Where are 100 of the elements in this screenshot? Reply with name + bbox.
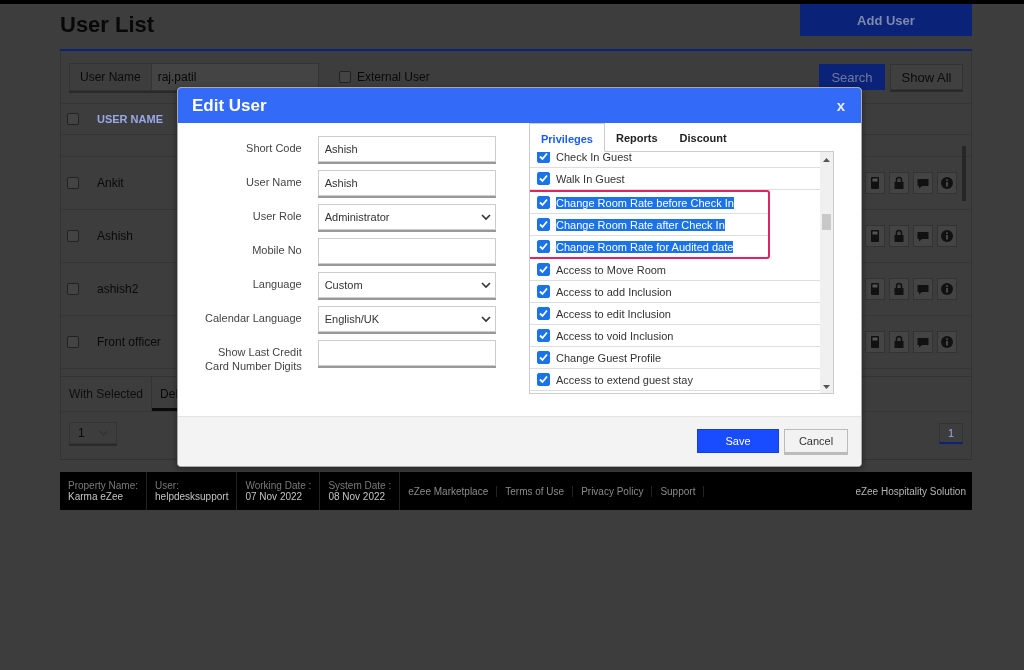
footer-link[interactable]: Privacy Policy: [573, 485, 653, 497]
chat-icon: [916, 229, 930, 243]
close-button[interactable]: x: [836, 97, 845, 114]
check-icon: [539, 375, 548, 384]
action-button[interactable]: [889, 225, 909, 247]
add-user-button[interactable]: Add User: [800, 4, 972, 36]
action-button[interactable]: [865, 172, 885, 194]
scrollbar[interactable]: [820, 152, 833, 393]
save-button[interactable]: Save: [697, 429, 779, 453]
checkbox[interactable]: [67, 113, 79, 125]
action-button[interactable]: [913, 278, 933, 300]
check-icon: [539, 331, 548, 340]
field-label: Show Last Credit Card Number Digits: [204, 345, 302, 373]
caret-icon: [481, 315, 491, 323]
checkbox[interactable]: [537, 373, 550, 386]
page-number[interactable]: 1: [939, 422, 963, 444]
privilege-label[interactable]: Check In Guest: [556, 152, 632, 163]
caret-icon: [481, 281, 491, 289]
action-button[interactable]: [889, 172, 909, 194]
chat-icon: [916, 335, 930, 349]
input-field[interactable]: [317, 340, 496, 366]
footer-value: helpdesksupport: [155, 491, 229, 502]
checkbox[interactable]: [537, 172, 550, 185]
checkbox[interactable]: [537, 351, 550, 364]
search-button[interactable]: Search: [819, 64, 885, 90]
checkbox[interactable]: [537, 263, 550, 276]
footer-link[interactable]: Terms of Use: [497, 485, 574, 497]
action-button[interactable]: [913, 225, 933, 247]
footer-value: Karma eZee: [68, 491, 125, 502]
input-field[interactable]: Ashish: [317, 136, 496, 162]
checkbox[interactable]: [339, 71, 351, 83]
privilege-label[interactable]: Walk In Guest: [556, 172, 625, 185]
action-button[interactable]: [865, 331, 885, 353]
checkbox[interactable]: [537, 285, 550, 298]
check-icon: [539, 152, 548, 161]
scroll-thumb[interactable]: [822, 214, 831, 230]
action-button[interactable]: [937, 225, 957, 247]
action-button[interactable]: [913, 172, 933, 194]
checkbox[interactable]: [537, 307, 550, 320]
action-button[interactable]: [865, 278, 885, 300]
chat-icon: [916, 176, 930, 190]
phone-icon: [868, 335, 882, 349]
action-button[interactable]: [937, 278, 957, 300]
privilege-label[interactable]: Access to void Inclusion: [556, 329, 674, 342]
tab[interactable]: Privileges: [529, 123, 605, 152]
field-label: User Role: [251, 209, 302, 223]
checkbox[interactable]: [67, 336, 79, 348]
privilege-label[interactable]: Change Guest Profile: [556, 351, 662, 364]
action-button[interactable]: [865, 225, 885, 247]
privilege-label[interactable]: Access to extend guest stay: [556, 373, 693, 386]
field-label: Language: [251, 277, 302, 291]
check-icon: [539, 309, 548, 318]
tab[interactable]: Discount: [668, 123, 738, 151]
input-field[interactable]: Ashish: [317, 170, 496, 196]
select-field[interactable]: Administrator: [317, 204, 496, 230]
footer-label: Working Date :: [245, 480, 312, 491]
lock-icon: [892, 176, 906, 190]
scroll-up-icon: [823, 158, 830, 162]
checkbox[interactable]: [537, 240, 550, 253]
check-icon: [539, 242, 548, 251]
privilege-label[interactable]: Access to edit Inclusion: [556, 307, 671, 320]
check-icon: [539, 265, 548, 274]
action-button[interactable]: [937, 172, 957, 194]
check-icon: [539, 287, 548, 296]
privilege-label[interactable]: Change Room Rate after Check In: [556, 218, 725, 231]
field-label: Calendar Language: [204, 311, 302, 325]
tab[interactable]: Reports: [605, 123, 669, 151]
checkbox[interactable]: [67, 230, 79, 242]
privilege-label[interactable]: Change Room Rate for Audited date: [556, 240, 734, 253]
action-button[interactable]: [889, 331, 909, 353]
checkbox[interactable]: [67, 283, 79, 295]
action-button[interactable]: [913, 331, 933, 353]
select-field[interactable]: English/UK: [317, 306, 496, 332]
select-field[interactable]: Custom: [317, 272, 496, 298]
privilege-label[interactable]: Access to Move Room: [556, 263, 667, 276]
footer-label: System Date :: [328, 480, 392, 491]
cancel-button[interactable]: Cancel: [784, 429, 848, 453]
footer-value: 08 Nov 2022: [328, 491, 387, 502]
checkbox[interactable]: [537, 218, 550, 231]
privilege-label[interactable]: Change Room Rate before Check In: [556, 196, 734, 209]
info-icon: [940, 176, 954, 190]
checkbox[interactable]: [537, 329, 550, 342]
footer-link[interactable]: Support: [652, 485, 705, 497]
privilege-label[interactable]: Access to add Inclusion: [556, 285, 672, 298]
footer-link[interactable]: eZee Marketplace: [400, 485, 498, 497]
checkbox[interactable]: [67, 177, 79, 189]
action-button[interactable]: [889, 278, 909, 300]
check-icon: [539, 198, 548, 207]
action-button[interactable]: [937, 331, 957, 353]
phone-icon: [868, 176, 882, 190]
phone-icon: [868, 282, 882, 296]
checkbox[interactable]: [537, 152, 550, 163]
checkbox[interactable]: [537, 196, 550, 209]
check-icon: [539, 174, 548, 183]
check-icon: [539, 353, 548, 362]
column-header[interactable]: USER NAME: [97, 113, 163, 125]
field-label: Mobile No: [251, 243, 302, 257]
input-field[interactable]: [317, 238, 496, 264]
info-icon: [940, 282, 954, 296]
footer-label: Property Name:: [68, 480, 139, 491]
